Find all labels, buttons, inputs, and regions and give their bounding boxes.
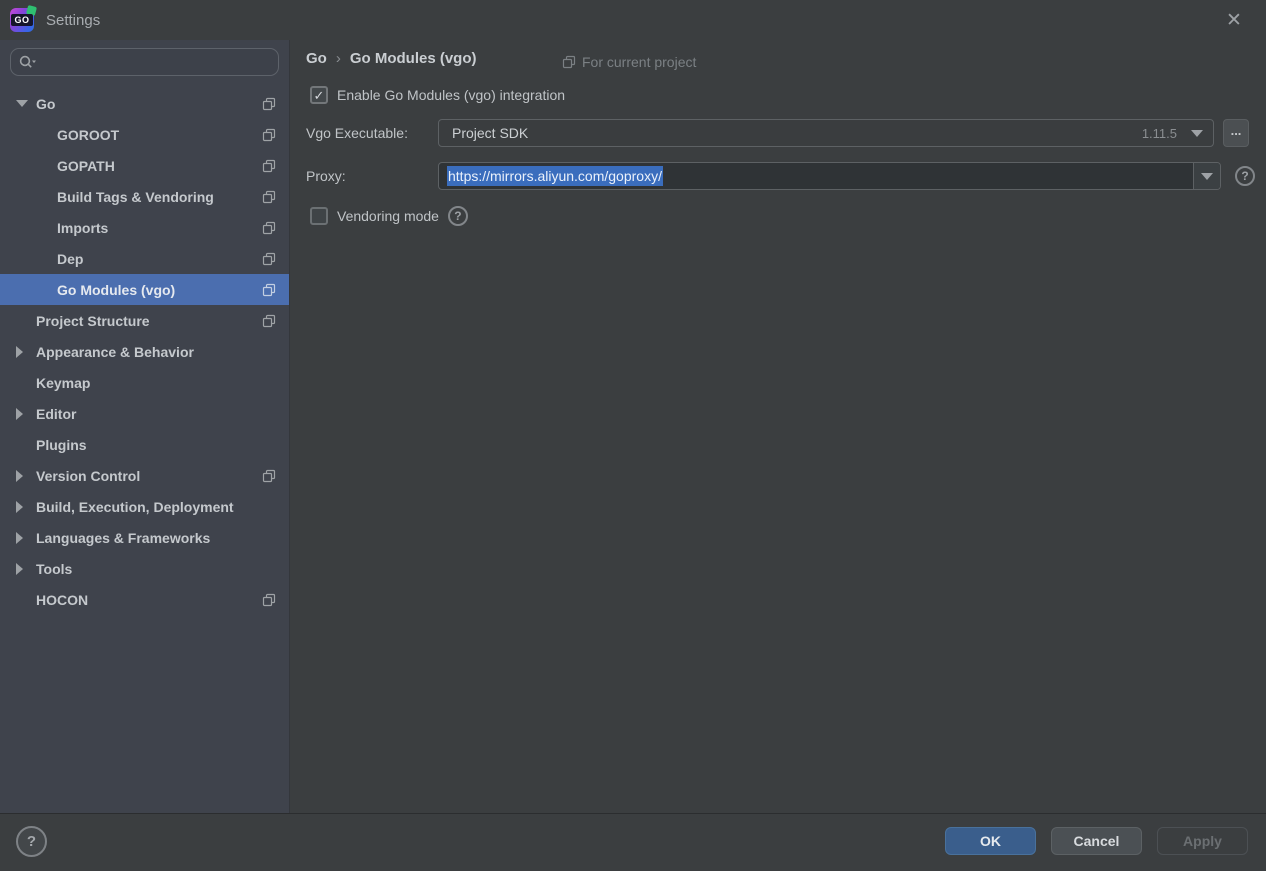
vgo-executable-combobox[interactable]: Project SDK 1.11.5: [438, 119, 1214, 147]
chevron-down-icon: [1201, 172, 1213, 180]
vendoring-label: Vendoring mode: [337, 208, 439, 224]
settings-sidebar: Go GOROOT GOPATH Build Tags & Vendoring …: [0, 40, 290, 813]
vendoring-row: ✓ Vendoring mode ?: [310, 206, 468, 226]
per-project-settings-icon: [262, 314, 276, 328]
sidebar-item-keymap[interactable]: Keymap: [0, 367, 289, 398]
collapse-arrow-icon[interactable]: [16, 500, 23, 513]
cancel-button[interactable]: Cancel: [1051, 827, 1142, 855]
per-project-settings-icon: [262, 252, 276, 266]
sidebar-item-plugins[interactable]: Plugins: [0, 429, 289, 460]
sidebar-item-build-tags-vendoring[interactable]: Build Tags & Vendoring: [0, 181, 289, 212]
breadcrumb: Go › Go Modules (vgo): [306, 50, 477, 67]
settings-dialog: GO Settings ✕ Go GOROOT GOPATH Build Tag…: [0, 0, 1266, 871]
collapse-arrow-icon[interactable]: [16, 531, 23, 544]
sidebar-item-version-control[interactable]: Version Control: [0, 460, 289, 491]
per-project-settings-icon: [262, 283, 276, 297]
settings-search-input[interactable]: [40, 54, 270, 70]
sidebar-item-imports[interactable]: Imports: [0, 212, 289, 243]
settings-tree: Go GOROOT GOPATH Build Tags & Vendoring …: [0, 88, 289, 615]
sidebar-item-tools[interactable]: Tools: [0, 553, 289, 584]
ok-button[interactable]: OK: [945, 827, 1036, 855]
collapse-arrow-icon[interactable]: [16, 345, 23, 358]
sidebar-item-build-execution-deployment[interactable]: Build, Execution, Deployment: [0, 491, 289, 522]
settings-content: Go › Go Modules (vgo) For current projec…: [291, 40, 1266, 813]
vgo-executable-label: Vgo Executable:: [306, 125, 408, 141]
help-button[interactable]: ?: [16, 826, 47, 857]
vendoring-help-icon[interactable]: ?: [447, 206, 468, 226]
breadcrumb-go[interactable]: Go: [306, 50, 327, 67]
proxy-selected-text: https://mirrors.aliyun.com/goproxy/: [447, 166, 663, 186]
check-icon: ✓: [313, 87, 325, 103]
per-project-settings-icon: [262, 128, 276, 142]
per-project-settings-icon: [262, 190, 276, 204]
sidebar-item-editor[interactable]: Editor: [0, 398, 289, 429]
search-icon: [19, 55, 36, 68]
sidebar-item-go-modules-vgo[interactable]: Go Modules (vgo): [0, 274, 289, 305]
proxy-input[interactable]: https://mirrors.aliyun.com/goproxy/: [439, 166, 663, 186]
per-project-settings-icon: [262, 221, 276, 235]
sidebar-item-hocon[interactable]: HOCON: [0, 584, 289, 615]
collapse-arrow-icon[interactable]: [16, 469, 23, 482]
per-project-settings-icon: [262, 593, 276, 607]
sdk-version: 1.11.5: [1141, 125, 1177, 141]
proxy-combobox[interactable]: https://mirrors.aliyun.com/goproxy/: [438, 162, 1221, 190]
vgo-executable-value: Project SDK: [452, 125, 529, 141]
sidebar-item-go[interactable]: Go: [0, 88, 289, 119]
sidebar-item-project-structure[interactable]: Project Structure: [0, 305, 289, 336]
chevron-right-icon: ›: [335, 50, 341, 67]
enable-vgo-label: Enable Go Modules (vgo) integration: [337, 87, 566, 103]
dialog-footer: ? OK Cancel Apply: [0, 813, 1266, 871]
enable-vgo-checkbox[interactable]: ✓: [310, 86, 328, 104]
proxy-dropdown-button[interactable]: [1193, 163, 1220, 189]
per-project-settings-icon: [562, 55, 576, 69]
sidebar-item-gopath[interactable]: GOPATH: [0, 150, 289, 181]
check-icon: ✓: [314, 210, 325, 223]
enable-vgo-row: ✓ Enable Go Modules (vgo) integration: [310, 86, 565, 104]
collapse-arrow-icon[interactable]: [16, 562, 23, 575]
close-icon[interactable]: ✕: [1222, 8, 1246, 32]
proxy-help-icon[interactable]: ?: [1235, 166, 1255, 186]
sidebar-item-appearance-behavior[interactable]: Appearance & Behavior: [0, 336, 289, 367]
search-field[interactable]: [10, 48, 279, 76]
vendoring-checkbox[interactable]: ✓: [310, 207, 328, 225]
sidebar-item-dep[interactable]: Dep: [0, 243, 289, 274]
apply-button[interactable]: Apply: [1157, 827, 1248, 855]
collapse-arrow-icon[interactable]: [16, 407, 23, 420]
per-project-settings-icon: [262, 97, 276, 111]
title-bar: GO Settings ✕: [0, 0, 1266, 40]
browse-button[interactable]: ...: [1223, 119, 1249, 147]
sidebar-item-languages-frameworks[interactable]: Languages & Frameworks: [0, 522, 289, 553]
breadcrumb-go-modules: Go Modules (vgo): [349, 50, 477, 67]
per-project-settings-icon: [262, 469, 276, 483]
scope-hint: For current project: [562, 54, 696, 70]
expand-arrow-icon[interactable]: [16, 100, 28, 107]
footer-buttons: OK Cancel Apply: [945, 827, 1248, 855]
per-project-settings-icon: [262, 159, 276, 173]
sidebar-item-goroot[interactable]: GOROOT: [0, 119, 289, 150]
scope-label: For current project: [582, 54, 697, 70]
chevron-down-icon[interactable]: [1191, 129, 1203, 137]
goland-logo-icon: GO: [10, 8, 34, 32]
proxy-label: Proxy:: [306, 168, 346, 184]
window-title: Settings: [46, 11, 101, 29]
